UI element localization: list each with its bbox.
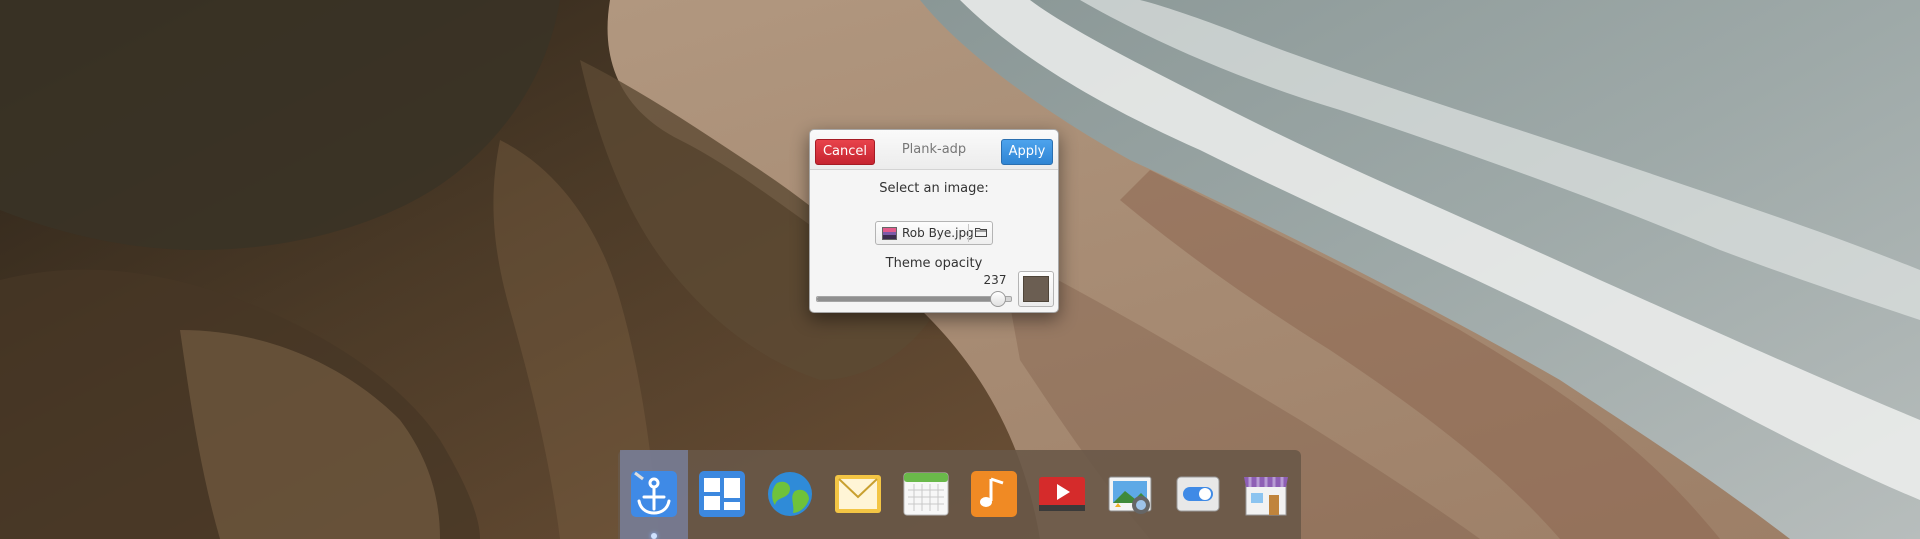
opacity-slider-fill — [817, 297, 998, 301]
opacity-value: 237 — [983, 273, 1007, 287]
plank-preferences-icon — [631, 471, 677, 517]
dock-item-videos[interactable] — [1028, 450, 1096, 539]
color-swatch — [1023, 276, 1049, 302]
dialog-header: Cancel Plank-adp Apply — [810, 130, 1058, 170]
videos-icon — [1039, 477, 1085, 511]
app-center-icon — [1244, 477, 1288, 516]
dock-item-web-browser[interactable] — [756, 450, 824, 539]
workspaces-icon — [699, 471, 745, 517]
calendar-icon — [903, 472, 949, 516]
dock-item-photos[interactable] — [1096, 450, 1164, 539]
plank-adp-dialog: Cancel Plank-adp Apply Select an image: … — [809, 129, 1059, 313]
dock-item-workspaces[interactable] — [688, 450, 756, 539]
music-icon — [971, 471, 1017, 517]
dock-item-app-center[interactable] — [1232, 450, 1300, 539]
dock-item-system-settings[interactable] — [1164, 450, 1232, 539]
file-chooser-divider — [968, 224, 969, 242]
dock-item-mail[interactable] — [824, 450, 892, 539]
dock-item-plank-preferences[interactable] — [620, 450, 688, 539]
web-browser-icon — [768, 472, 812, 516]
image-file-icon — [882, 226, 897, 240]
image-file-chooser-button[interactable]: Rob Bye.jpg — [875, 221, 993, 245]
color-picker-button[interactable] — [1018, 271, 1054, 307]
opacity-slider-handle[interactable] — [990, 291, 1007, 307]
running-indicator — [651, 533, 657, 539]
plank-dock — [618, 450, 1301, 539]
dock-item-music[interactable] — [960, 450, 1028, 539]
system-settings-icon — [1176, 476, 1220, 512]
select-image-label: Select an image: — [879, 181, 989, 196]
theme-opacity-label: Theme opacity — [885, 256, 983, 271]
mail-icon — [835, 475, 881, 513]
opacity-slider[interactable] — [816, 291, 1012, 307]
photos-icon — [1108, 476, 1152, 514]
file-name: Rob Bye.jpg — [902, 226, 974, 240]
apply-button[interactable]: Apply — [1001, 139, 1053, 165]
dock-item-calendar[interactable] — [892, 450, 960, 539]
folder-icon — [975, 228, 987, 237]
